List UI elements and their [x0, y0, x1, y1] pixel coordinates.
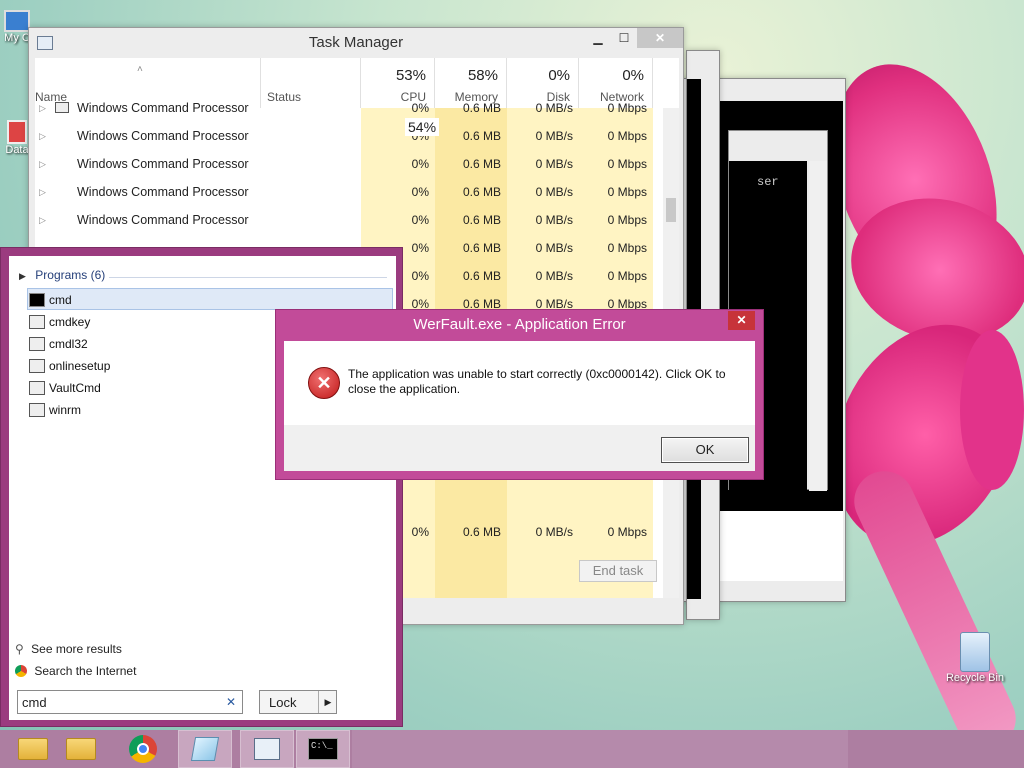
cpu-cell: 0% [411, 185, 429, 199]
see-more-results-link[interactable]: ⚲ See more results [15, 642, 122, 660]
taskbar-highlight [352, 730, 848, 768]
disk-cell: 0 MB/s [535, 157, 573, 171]
notepad-icon [190, 737, 220, 761]
cpu-cell: 0% [411, 157, 429, 171]
desktop: My C Data Recycle Bin ser ser Task Manag… [0, 0, 1024, 730]
lock-options-arrow-icon[interactable]: ▶ [318, 691, 337, 713]
selected-result-bg [27, 288, 393, 310]
cpu-cell: 0% [411, 213, 429, 227]
process-name: Windows Command Processor [77, 101, 249, 115]
table-row[interactable]: ▷ Windows Command Processor 0% 0.6 MB 0 MB/s… [35, 94, 679, 122]
app-icon [29, 381, 45, 395]
process-icon [55, 102, 69, 113]
disk-cell: 0 MB/s [535, 269, 573, 283]
taskbar: C:\_ [0, 730, 1024, 768]
error-icon: ✕ [308, 367, 340, 399]
search-result-winrm[interactable]: winrm [29, 400, 81, 420]
wallpaper-petal [960, 330, 1024, 490]
process-name: Windows Command Processor [77, 129, 249, 143]
expand-arrow-icon[interactable]: ▷ [39, 94, 46, 122]
error-message: The application was unable to start corr… [348, 367, 726, 396]
network-cell: 0 Mbps [607, 213, 647, 227]
taskbar-explorer[interactable] [6, 730, 60, 768]
memory-cell: 0.6 MB [462, 129, 501, 143]
expand-arrow-icon[interactable]: ▷ [39, 150, 46, 178]
end-task-button[interactable]: End task [579, 560, 657, 582]
memory-cell: 0.6 MB [462, 213, 501, 227]
lock-button[interactable]: Lock ▶ [259, 690, 337, 714]
search-result-cmdl32[interactable]: cmdl32 [29, 334, 88, 354]
memory-cell: 0.6 MB [462, 157, 501, 171]
table-row[interactable]: ▷ Windows Command Processor 0% 0.6 MB 0 MB/s… [35, 150, 679, 178]
process-name: Windows Command Processor [77, 157, 249, 171]
network-cell: 0 Mbps [607, 129, 647, 143]
scrollbar[interactable] [809, 161, 827, 491]
expand-arrow-icon[interactable]: ▷ [39, 178, 46, 206]
expand-arrow-icon: ▶ [19, 271, 26, 281]
memory-cell: 0.6 MB [462, 185, 501, 199]
disk-cell: 0 MB/s [535, 525, 573, 539]
folder-icon [18, 738, 48, 760]
network-cell: 0 Mbps [607, 241, 647, 255]
recycle-bin-icon[interactable]: Recycle Bin [940, 632, 1010, 684]
search-icon: ⚲ [15, 642, 24, 656]
taskbar-cmd[interactable]: C:\_ [296, 730, 350, 768]
cpu-tooltip: 54% [405, 118, 440, 136]
taskbar-chrome[interactable] [116, 730, 170, 768]
cmd-icon: C:\_ [308, 738, 338, 760]
chrome-icon [129, 735, 157, 763]
chrome-icon [15, 665, 27, 677]
error-dialog-title: WerFault.exe - Application Error [413, 316, 626, 333]
app-icon [29, 315, 45, 329]
process-name: Windows Command Processor [77, 213, 249, 227]
disk-cell: 0 MB/s [535, 241, 573, 255]
network-cell: 0 Mbps [607, 185, 647, 199]
cmd-window-text: ser [757, 175, 779, 189]
app-icon [29, 359, 45, 373]
taskbar-notepad[interactable] [178, 730, 232, 768]
memory-cell: 0.6 MB [462, 269, 501, 283]
network-cell: 0 Mbps [607, 157, 647, 171]
network-cell: 0 Mbps [607, 101, 647, 115]
network-cell: 0 Mbps [607, 525, 647, 539]
search-result-onlinesetup[interactable]: onlinesetup [29, 356, 110, 376]
disk-cell: 0 MB/s [535, 213, 573, 227]
close-button[interactable]: ✕ [728, 311, 755, 330]
network-cell: 0 Mbps [607, 269, 647, 283]
search-result-vaultcmd[interactable]: VaultCmd [29, 378, 101, 398]
table-row[interactable]: ▷ Windows Command Processor 0% 0.6 MB 0 MB/s… [35, 122, 679, 150]
error-dialog: WerFault.exe - Application Error ✕ ✕ The… [275, 309, 764, 480]
table-row[interactable]: ▷ Windows Command Processor 0% 0.6 MB 0 MB/s… [35, 178, 679, 206]
memory-cell: 0.6 MB [462, 101, 501, 115]
close-button[interactable]: ✕ [637, 28, 683, 48]
folder-icon [66, 738, 96, 760]
minimize-button[interactable]: ▁ [585, 28, 611, 48]
search-input[interactable]: cmd ✕ [17, 690, 243, 714]
search-result-cmdkey[interactable]: cmdkey [29, 312, 90, 332]
task-manager-icon [254, 738, 280, 760]
phone-book-icon [29, 337, 45, 351]
taskbar-explorer[interactable] [54, 730, 108, 768]
process-name: Windows Command Processor [77, 185, 249, 199]
disk-cell: 0 MB/s [535, 129, 573, 143]
table-row[interactable]: ▷ Windows Command Processor 0% 0.6 MB 0 MB/s… [35, 206, 679, 234]
cmd-icon [29, 293, 45, 307]
search-result-cmd[interactable]: cmd [29, 290, 72, 310]
disk-cell: 0 MB/s [535, 185, 573, 199]
expand-arrow-icon[interactable]: ▷ [39, 122, 46, 150]
app-icon [29, 403, 45, 417]
programs-group-header[interactable]: ▶ Programs (6) [19, 268, 389, 286]
memory-cell: 0.6 MB [462, 241, 501, 255]
ok-button[interactable]: OK [661, 437, 749, 463]
disk-cell: 0 MB/s [535, 101, 573, 115]
maximize-button[interactable]: ☐ [611, 28, 637, 48]
search-internet-link[interactable]: Search the Internet [15, 664, 136, 682]
sort-arrow-icon: ˄ [137, 64, 143, 75]
taskbar-task-manager[interactable] [240, 730, 294, 768]
expand-arrow-icon[interactable]: ▷ [39, 206, 46, 234]
memory-cell: 0.6 MB [462, 525, 501, 539]
clear-search-icon[interactable]: ✕ [226, 695, 236, 709]
